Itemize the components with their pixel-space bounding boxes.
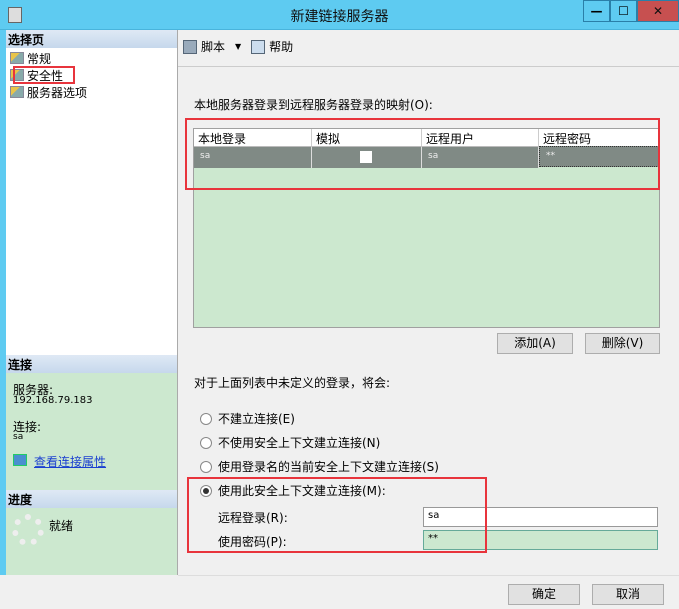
help-button[interactable]: 帮助 bbox=[269, 38, 293, 55]
script-dropdown-icon[interactable]: ▼ bbox=[235, 42, 241, 51]
ok-button[interactable]: 确定 bbox=[508, 584, 580, 605]
radio-current-security-context[interactable]: 使用登录名的当前安全上下文建立连接(S) bbox=[200, 458, 439, 475]
sidebar: 选择页 常规 安全性 服务器选项 连接 服务器: 192.168.79.183 … bbox=[0, 30, 178, 575]
toolbar: 脚本 ▼ 帮助 bbox=[183, 38, 293, 55]
radio-no-connection[interactable]: 不建立连接(E) bbox=[200, 410, 295, 427]
close-button[interactable]: ✕ bbox=[637, 0, 679, 22]
window-title: 新建链接服务器 bbox=[290, 9, 389, 25]
radio-no-security-context[interactable]: 不使用安全上下文建立连接(N) bbox=[200, 434, 380, 451]
radio-label: 使用登录名的当前安全上下文建立连接(S) bbox=[218, 460, 439, 474]
minimize-button[interactable]: — bbox=[583, 0, 610, 22]
highlight-box bbox=[185, 118, 660, 190]
server-value: 192.168.79.183 bbox=[13, 395, 93, 406]
mapping-label: 本地服务器登录到远程服务器登录的映射(O): bbox=[194, 98, 433, 112]
radio-button[interactable] bbox=[200, 436, 212, 449]
progress-spinner-icon bbox=[12, 514, 44, 546]
radio-label: 不建立连接(E) bbox=[218, 412, 295, 426]
remove-button[interactable]: 删除(V) bbox=[585, 333, 660, 354]
title-bar: 新建链接服务器 — ☐ ✕ bbox=[0, 0, 679, 30]
radio-button[interactable] bbox=[200, 460, 212, 473]
page-icon bbox=[10, 86, 24, 98]
maximize-button[interactable]: ☐ bbox=[610, 0, 637, 22]
footer-divider bbox=[178, 575, 679, 576]
radio-button[interactable] bbox=[200, 412, 212, 425]
connection-header: 连接 bbox=[6, 355, 177, 373]
script-icon bbox=[183, 39, 197, 54]
sidebar-item-label: 服务器选项 bbox=[27, 85, 88, 100]
page-icon bbox=[10, 52, 24, 64]
view-connection-properties-link[interactable]: 查看连接属性 bbox=[34, 453, 106, 470]
connection-properties-icon bbox=[13, 454, 27, 466]
cancel-button[interactable]: 取消 bbox=[592, 584, 664, 605]
sidebar-item-label: 常规 bbox=[27, 51, 52, 66]
select-page-header: 选择页 bbox=[6, 30, 177, 48]
highlight-box bbox=[187, 477, 487, 553]
script-button[interactable]: 脚本 bbox=[201, 38, 225, 55]
highlight-box bbox=[13, 66, 75, 84]
add-button[interactable]: 添加(A) bbox=[497, 333, 573, 354]
progress-status: 就绪 bbox=[49, 519, 74, 533]
sidebar-item-server-options[interactable]: 服务器选项 bbox=[10, 84, 87, 100]
progress-header: 进度 bbox=[6, 490, 177, 508]
sidebar-item-general[interactable]: 常规 bbox=[10, 50, 51, 66]
connection-value: sa bbox=[13, 432, 24, 442]
toolbar-divider bbox=[178, 66, 679, 67]
radio-label: 不使用安全上下文建立连接(N) bbox=[218, 436, 381, 450]
help-icon bbox=[251, 39, 266, 54]
undefined-logins-label: 对于上面列表中未定义的登录，将会: bbox=[194, 376, 391, 390]
